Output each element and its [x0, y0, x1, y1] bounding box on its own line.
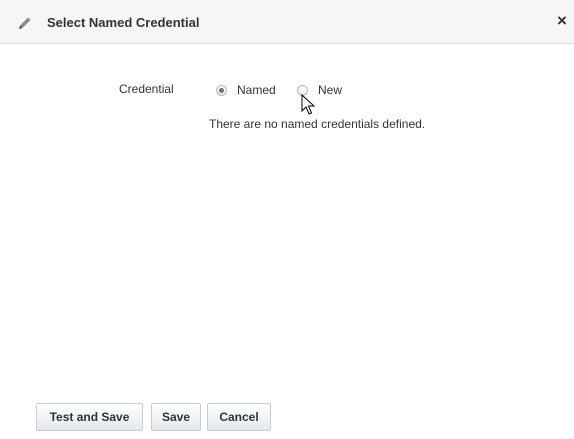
close-icon[interactable]: ×	[554, 12, 570, 29]
no-credentials-message: There are no named credentials defined.	[209, 117, 426, 131]
credential-label: Credential	[119, 82, 174, 96]
dialog-title: Select Named Credential	[47, 15, 200, 30]
select-named-credential-dialog: Select Named Credential × Credential Nam…	[0, 0, 574, 439]
test-and-save-button[interactable]: Test and Save	[36, 403, 143, 431]
resize-grip-icon[interactable]	[565, 430, 571, 439]
new-radio-label[interactable]: New	[318, 83, 342, 97]
named-radio-label[interactable]: Named	[237, 83, 276, 97]
save-button[interactable]: Save	[151, 403, 201, 431]
mouse-pointer-icon	[301, 93, 317, 116]
cancel-button[interactable]: Cancel	[207, 403, 271, 431]
pencil-icon	[17, 15, 33, 31]
named-radio[interactable]	[216, 85, 227, 96]
dialog-titlebar: Select Named Credential ×	[0, 0, 574, 44]
